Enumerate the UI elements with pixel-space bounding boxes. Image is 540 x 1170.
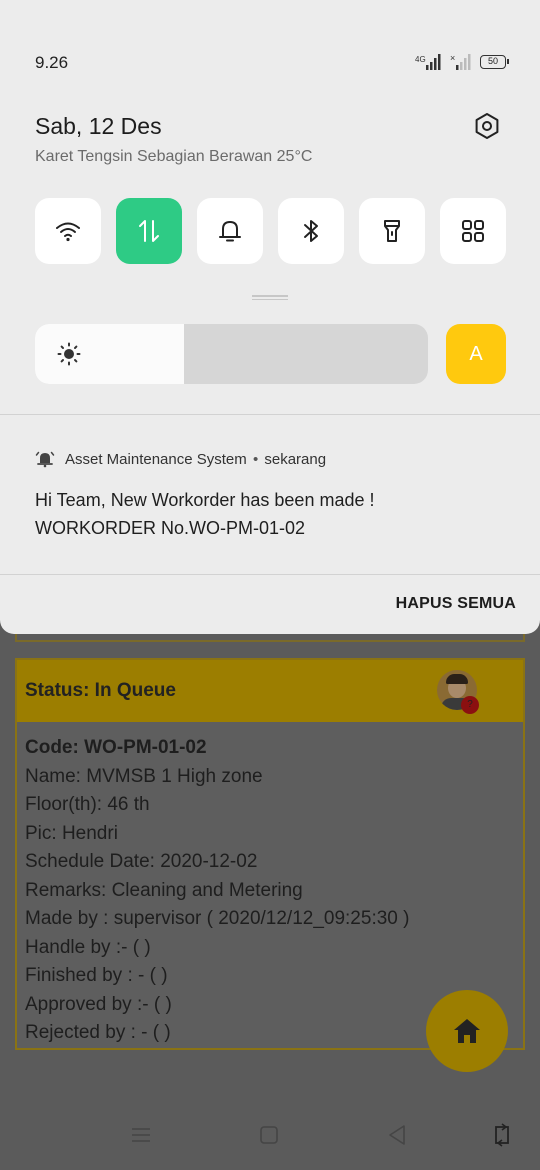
notification-time: sekarang [264,450,327,468]
home-square-icon [260,1126,278,1144]
avatar-badge-icon: ? [461,696,479,714]
more-tiles-toggle[interactable] [440,198,506,264]
apps-grid-icon [462,220,484,242]
menu-icon [132,1128,150,1142]
alarm-bell-icon [35,451,55,468]
status-icons: 4G × 50 [414,53,509,71]
bluetooth-icon [304,220,318,242]
bluetooth-toggle[interactable] [278,198,344,264]
battery-icon: 50 [480,55,509,69]
rotate-button[interactable] [489,1122,515,1148]
back-icon [389,1125,405,1145]
signal-no-service-icon: × [450,53,471,70]
svg-text:4G: 4G [415,55,426,64]
workorder-card[interactable]: Status: In Queue ? Code: WO-PM-01-02 Nam… [15,658,525,1050]
wifi-icon [56,222,80,242]
notification-body[interactable]: Hi Team, New Workorder has been made ! W… [35,486,375,542]
workorder-finished-by: Finished by : - ( ) [25,965,168,986]
notification-app-name: Asset Maintenance System [65,450,247,468]
panel-divider-bottom [0,574,540,575]
flashlight-toggle[interactable] [359,198,425,264]
workorder-card-header: Status: In Queue ? [17,660,523,722]
notification-header[interactable]: Asset Maintenance System • sekarang [35,450,326,468]
home-fab-button[interactable] [426,990,508,1072]
workorder-name: Name: MVMSB 1 High zone [25,765,263,787]
panel-divider-top [0,414,540,415]
notification-shade: 9.26 4G × 50 Sab, 12 Des Karet Tengsin S… [0,0,540,634]
workorder-made-by: Made by : supervisor ( 2020/12/12_09:25:… [25,908,410,929]
battery-level: 50 [487,56,498,66]
mobile-data-toggle[interactable] [116,198,182,264]
settings-button[interactable] [472,111,502,141]
wifi-toggle[interactable] [35,198,101,264]
clear-all-button[interactable]: HAPUS SEMUA [396,595,516,613]
menu-button[interactable] [128,1122,154,1148]
signal-4g-icon: 4G [415,54,441,70]
panel-date: Sab, 12 Des [35,113,162,139]
home-icon [454,1019,480,1043]
notification-line-2: WORKORDER No.WO-PM-01-02 [35,518,306,538]
flashlight-icon [384,220,400,242]
gear-icon [475,113,499,139]
workorder-schedule: Schedule Date: 2020-12-02 [25,851,258,872]
brightness-sun-icon [57,342,81,366]
notification-separator: • [252,450,259,468]
workorder-pic: Pic: Hendri [25,822,118,844]
workorder-remarks: Remarks: Cleaning and Metering [25,879,303,901]
workorder-code: Code: WO-PM-01-02 [25,737,207,758]
svg-text:×: × [450,53,455,63]
mobile-data-icon [139,220,159,242]
panel-drag-handle[interactable] [252,295,288,301]
sound-toggle[interactable] [197,198,263,264]
workorder-handle-by: Handle by :- ( ) [25,936,151,958]
workorder-status: Status: In Queue [25,680,176,701]
system-nav-bar [0,1100,540,1170]
status-time: 9.26 [35,53,69,72]
back-button[interactable] [384,1122,410,1148]
brightness-slider[interactable] [35,324,428,384]
panel-weather: Karet Tengsin Sebagian Berawan 25°C [35,148,313,165]
rotate-icon [495,1123,509,1147]
auto-brightness-button[interactable]: A [446,324,506,384]
bell-icon [219,221,241,242]
home-button[interactable] [256,1122,282,1148]
notification-line-1: Hi Team, New Workorder has been made ! [35,490,375,510]
workorder-floor: Floor(th): 46 th [25,794,150,815]
